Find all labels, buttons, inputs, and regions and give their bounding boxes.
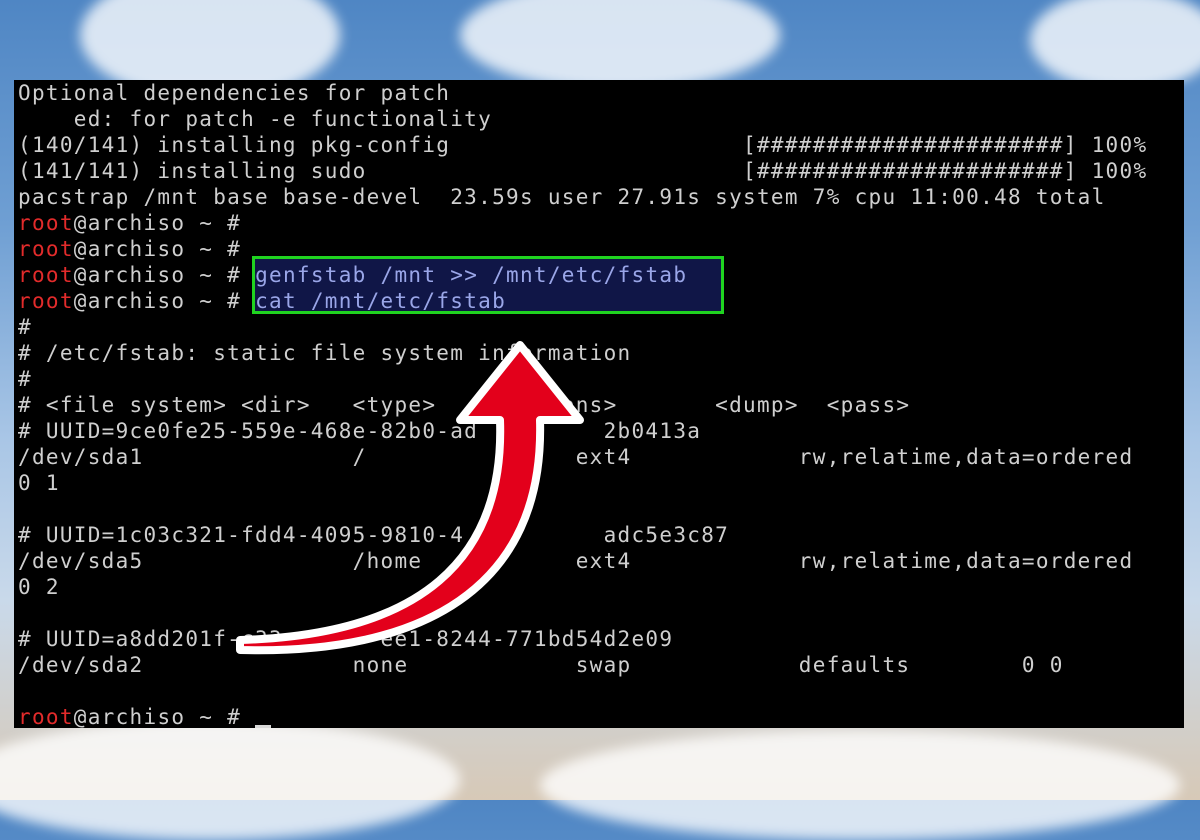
terminal-window[interactable]: Optional dependencies for patch ed: for … (14, 80, 1184, 728)
fstab-line: /dev/sda1 / ext4 rw,relatime,data=ordere… (18, 445, 1134, 469)
cloud (0, 720, 460, 840)
prompt-host: @archiso ~ # (73, 237, 242, 261)
fstab-line: # UUID=1c03c321-fdd4-4095-9810-4 adc5e3c… (18, 523, 730, 547)
prompt-line: root@archiso ~ # (18, 210, 241, 236)
prompt-host: @archiso ~ # (73, 289, 242, 313)
cloud (460, 0, 780, 90)
prompt-host: @archiso ~ # (73, 705, 242, 728)
prompt-user: root (18, 289, 74, 313)
fstab-line: /dev/sda5 /home ext4 rw,relatime,data=or… (18, 549, 1134, 573)
terminal-line: pacstrap /mnt base base-devel 23.59s use… (18, 185, 1106, 209)
fstab-line: # UUID=a8dd201f-c33 ee1-8244-771bd54d2e0… (18, 627, 674, 651)
prompt-user: root (18, 211, 74, 235)
prompt-host: @archiso ~ # (73, 263, 242, 287)
prompt-line: root@archiso ~ # (18, 236, 241, 262)
fstab-line: /dev/sda2 none swap defaults 0 0 (18, 653, 1064, 677)
prompt-host: @archiso ~ # (73, 211, 242, 235)
command-cat: cat /mnt/etc/fstab (255, 289, 507, 313)
fstab-line: # <file system> <dir> <type> <options> <… (18, 393, 911, 417)
terminal-line: ed: for patch -e functionality (18, 107, 493, 131)
prompt-line: root@archiso ~ # genfstab /mnt >> /mnt/e… (18, 262, 687, 288)
command-genfstab: genfstab /mnt >> /mnt/etc/fstab (255, 263, 688, 287)
terminal-line: Optional dependencies for patch (18, 81, 451, 105)
terminal-line: (141/141) installing sudo [#############… (18, 159, 1148, 183)
cursor (255, 725, 272, 728)
prompt-user: root (18, 237, 74, 261)
active-prompt-line[interactable]: root@archiso ~ # (18, 704, 272, 728)
cloud (1030, 0, 1200, 90)
fstab-line: 0 1 (18, 471, 60, 495)
fstab-line: # /etc/fstab: static file system informa… (18, 341, 632, 365)
fstab-line: # (18, 315, 32, 339)
fstab-line: # UUID=9ce0fe25-559e-468e-82b0-ad 2b0413… (18, 419, 702, 443)
terminal-line: (140/141) installing pkg-config [#######… (18, 133, 1148, 157)
fstab-line: 0 2 (18, 575, 60, 599)
prompt-user: root (18, 263, 74, 287)
cloud (540, 730, 1180, 840)
prompt-user: root (18, 705, 74, 728)
prompt-line: root@archiso ~ # cat /mnt/etc/fstab (18, 288, 506, 314)
fstab-line: # (18, 367, 32, 391)
